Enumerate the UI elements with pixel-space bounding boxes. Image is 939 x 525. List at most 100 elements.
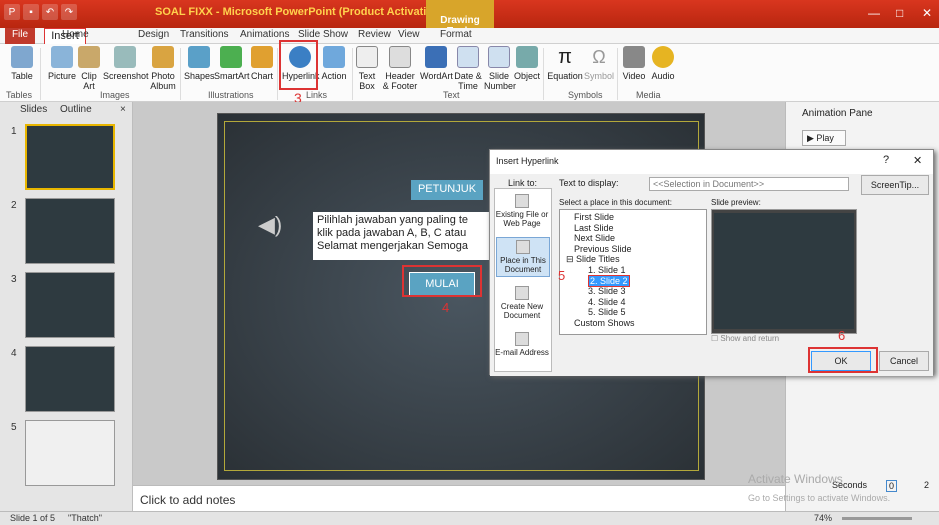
slide-counter: Slide 1 of 5: [10, 513, 56, 523]
step-4-label: 4: [442, 300, 450, 315]
link-to-label: Link to:: [508, 178, 538, 188]
quick-access-toolbar: P ▪ ↶ ↷: [4, 4, 77, 20]
audio-button[interactable]: Audio: [650, 46, 676, 81]
tree-item[interactable]: Next Slide: [564, 233, 702, 244]
tab-slide-show[interactable]: Slide Show: [298, 29, 348, 40]
email-address-option[interactable]: E-mail Address: [495, 332, 549, 357]
group-symbols: Symbols: [568, 90, 603, 100]
instruction-text: Pilihlah jawaban yang paling te klik pad…: [313, 212, 493, 260]
slide-thumbnail-1[interactable]: [25, 124, 115, 190]
photo-album-icon: [152, 46, 174, 68]
chart-button[interactable]: Chart: [249, 46, 275, 81]
speaker-icon: ◀): [258, 212, 283, 237]
tree-item[interactable]: Last Slide: [564, 223, 702, 234]
slide-number: 1: [11, 126, 17, 137]
slide-thumbnail-4[interactable]: [25, 346, 115, 412]
cancel-button[interactable]: Cancel: [879, 351, 929, 371]
step-6-label: 6: [838, 328, 846, 343]
video-icon: [623, 46, 645, 68]
timeline-page: 2: [924, 480, 930, 490]
redo-icon[interactable]: ↷: [61, 4, 77, 20]
bullet-1: Pilihlah jawaban yang paling te: [317, 214, 469, 226]
save-icon[interactable]: ▪: [23, 4, 39, 20]
existing-file-option[interactable]: Existing File or Web Page: [495, 194, 549, 228]
play-button[interactable]: ▶ Play: [802, 130, 846, 146]
web-page-icon: [515, 194, 529, 208]
header-footer-button[interactable]: Header & Footer: [382, 46, 418, 91]
zoom-timeline-input[interactable]: 0: [886, 480, 898, 492]
object-icon: [516, 46, 538, 68]
powerpoint-logo-icon: P: [4, 4, 20, 20]
shapes-button[interactable]: Shapes: [184, 46, 215, 81]
create-new-document-option[interactable]: Create New Document: [495, 286, 549, 320]
tree-item[interactable]: 1. Slide 1: [564, 265, 702, 276]
slide-number-button[interactable]: Slide Number: [484, 46, 516, 91]
slide-thumbnail-3[interactable]: [25, 272, 115, 338]
tab-home-label[interactable]: Home: [62, 29, 89, 40]
smartart-icon: [220, 46, 242, 68]
tab-review[interactable]: Review: [358, 29, 391, 40]
clipart-button[interactable]: Clip Art: [78, 46, 100, 91]
tab-outline[interactable]: Outline: [60, 104, 92, 115]
minimize-button[interactable]: —: [868, 6, 880, 20]
tree-item-slide-titles[interactable]: ⊟ Slide Titles: [564, 254, 702, 265]
select-place-label: Select a place in this document:: [559, 198, 672, 207]
show-return-checkbox[interactable]: ☐ Show and return: [711, 334, 779, 343]
symbol-button[interactable]: Ω Symbol: [584, 46, 614, 81]
table-button[interactable]: Table: [8, 46, 36, 81]
text-to-display-input[interactable]: <<Selection in Document>>: [649, 177, 849, 191]
slide-preview: [711, 209, 857, 334]
tree-item[interactable]: First Slide: [564, 212, 702, 223]
tree-item[interactable]: Custom Shows: [564, 318, 702, 329]
dialog-title: Insert Hyperlink: [496, 156, 559, 166]
smartart-button[interactable]: SmartArt: [214, 46, 250, 81]
slide-number: 5: [11, 422, 17, 433]
help-button[interactable]: ?: [883, 154, 889, 166]
preview-slide-image: [714, 213, 854, 329]
place-in-document-option[interactable]: Place in This Document: [496, 237, 550, 277]
date-time-button[interactable]: Date & Time: [452, 46, 484, 91]
close-pane-icon[interactable]: ×: [120, 104, 126, 115]
action-button[interactable]: Action: [320, 46, 348, 81]
ribbon-insert: Table Picture Clip Art Screenshot Photo …: [0, 44, 939, 102]
tab-slides[interactable]: Slides: [20, 104, 47, 115]
slide-thumbnail-5[interactable]: [25, 420, 115, 486]
dialog-body: Link to: Text to display: <<Selection in…: [490, 174, 933, 376]
tab-transitions[interactable]: Transitions: [180, 29, 229, 40]
tree-item[interactable]: 5. Slide 5: [564, 307, 702, 318]
picture-button[interactable]: Picture: [46, 46, 78, 81]
tab-view[interactable]: View: [398, 29, 420, 40]
tab-design[interactable]: Design: [138, 29, 169, 40]
video-button[interactable]: Video: [621, 46, 647, 81]
close-window-button[interactable]: ✕: [922, 6, 932, 20]
activation-hint: Go to Settings to activate Windows.: [748, 493, 891, 503]
screenshot-button[interactable]: Screenshot: [103, 46, 149, 81]
tree-item[interactable]: 4. Slide 4: [564, 297, 702, 308]
tab-animations[interactable]: Animations: [240, 29, 289, 40]
maximize-button[interactable]: □: [896, 6, 903, 20]
zoom-level[interactable]: 74%: [814, 513, 832, 523]
group-links: Links: [306, 90, 328, 100]
wordart-button[interactable]: WordArt: [420, 46, 453, 81]
zoom-slider[interactable]: [842, 517, 912, 520]
drawing-tools-label: Drawing Tools: [426, 0, 494, 37]
textbox-button[interactable]: Text Box: [356, 46, 378, 91]
equation-button[interactable]: π Equation: [547, 46, 583, 81]
tree-item-selected[interactable]: 2. Slide 2: [564, 274, 702, 287]
tab-format[interactable]: Format: [440, 29, 472, 40]
slide-thumbnail-2[interactable]: [25, 198, 115, 264]
close-dialog-button[interactable]: ✕: [913, 154, 922, 167]
object-button[interactable]: Object: [514, 46, 540, 81]
wordart-icon: [425, 46, 447, 68]
new-document-icon: [515, 286, 529, 300]
slide-number: 3: [11, 274, 17, 285]
tree-item[interactable]: 3. Slide 3: [564, 286, 702, 297]
action-icon: [323, 46, 345, 68]
undo-icon[interactable]: ↶: [42, 4, 58, 20]
ok-highlight: [808, 347, 878, 373]
photo-album-button[interactable]: Photo Album: [148, 46, 178, 91]
textbox-icon: [356, 46, 378, 68]
tree-item[interactable]: Previous Slide: [564, 244, 702, 255]
screentip-button[interactable]: ScreenTip...: [861, 175, 929, 195]
tab-file[interactable]: File: [5, 28, 35, 44]
